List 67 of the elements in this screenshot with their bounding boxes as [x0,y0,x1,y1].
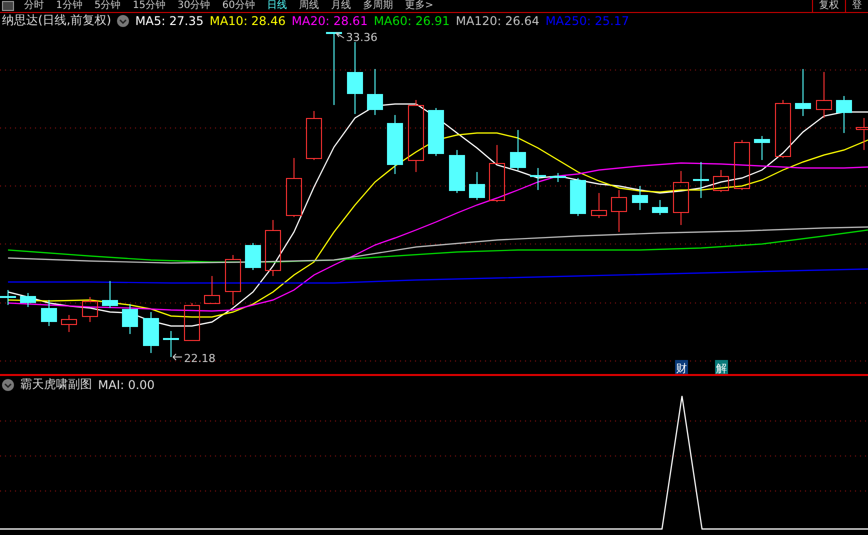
candlestick [265,220,281,276]
candlestick [367,68,383,116]
candlestick [163,330,179,358]
candlestick [20,292,36,308]
candlestick [449,150,465,194]
candlestick [489,144,505,202]
candlestick [856,118,868,150]
indicator-value: MAI: 0.00 [98,378,155,392]
period-tab[interactable]: 5分钟 [88,0,127,12]
candlestick [734,140,750,190]
period-tab[interactable]: 15分钟 [126,0,172,12]
candlestick [754,136,770,160]
ma-indicator: MA60: 26.91 [374,14,450,28]
candlestick [184,302,200,342]
candlestick [102,280,118,308]
candlestick [795,68,811,116]
candlestick [510,130,526,170]
candlestick [428,108,444,156]
candlestick [816,72,832,118]
chart-title: 纳思达(日线,前复权) [2,12,112,29]
period-tab[interactable]: 月线 [324,0,357,12]
period-tab[interactable]: 多周期 [356,0,399,12]
period-tab[interactable]: 30分钟 [171,0,216,12]
candlestick [469,172,485,200]
candlestick [204,276,220,304]
ma-indicator: MA10: 28.46 [210,14,286,28]
candlestick [673,170,689,226]
candlestick [225,254,241,306]
ma-indicator: MA20: 28.61 [292,14,368,28]
period-tab[interactable]: 周线 [292,0,325,12]
candlestick [570,178,586,216]
candlestick [387,114,403,174]
dropdown-icon[interactable] [2,378,14,390]
candlestick [713,170,729,192]
window-icon[interactable] [2,1,14,11]
candlestick [0,290,16,306]
candlestick [61,314,77,332]
candlestick [775,100,791,158]
candlestick [550,172,566,182]
candlestick [530,168,546,190]
period-tab[interactable]: 日线 [260,0,293,12]
candlestick [122,304,138,334]
ma-indicator: MA250: 25.17 [545,14,630,28]
candlestick [693,162,709,198]
toolbar-button[interactable]: 登 [845,0,868,12]
event-marker[interactable]: 财 [675,360,688,374]
candlestick [82,296,98,322]
candlestick [836,96,852,134]
toolbar-button[interactable]: 复权 [812,0,845,12]
candlestick [245,242,261,270]
candlestick [591,192,607,218]
indicator-title: 霸天虎啸副图 [20,376,92,393]
candlestick [286,158,302,218]
dropdown-icon[interactable] [117,14,130,26]
ma-indicator: MA120: 26.64 [456,14,540,28]
candlestick [611,190,627,232]
period-tab[interactable]: 60分钟 [216,0,261,12]
candlestick [632,186,648,210]
ma-indicator: MA5: 27.35 [135,14,204,28]
event-marker[interactable]: 解 [715,360,728,374]
candlestick [306,110,322,160]
candlestick [143,312,159,354]
period-tab[interactable]: 1分钟 [50,0,88,12]
period-tab[interactable]: 更多> [398,0,440,12]
period-tab[interactable]: 分时 [18,0,50,12]
candlestick [652,200,668,216]
candlestick [41,300,57,326]
